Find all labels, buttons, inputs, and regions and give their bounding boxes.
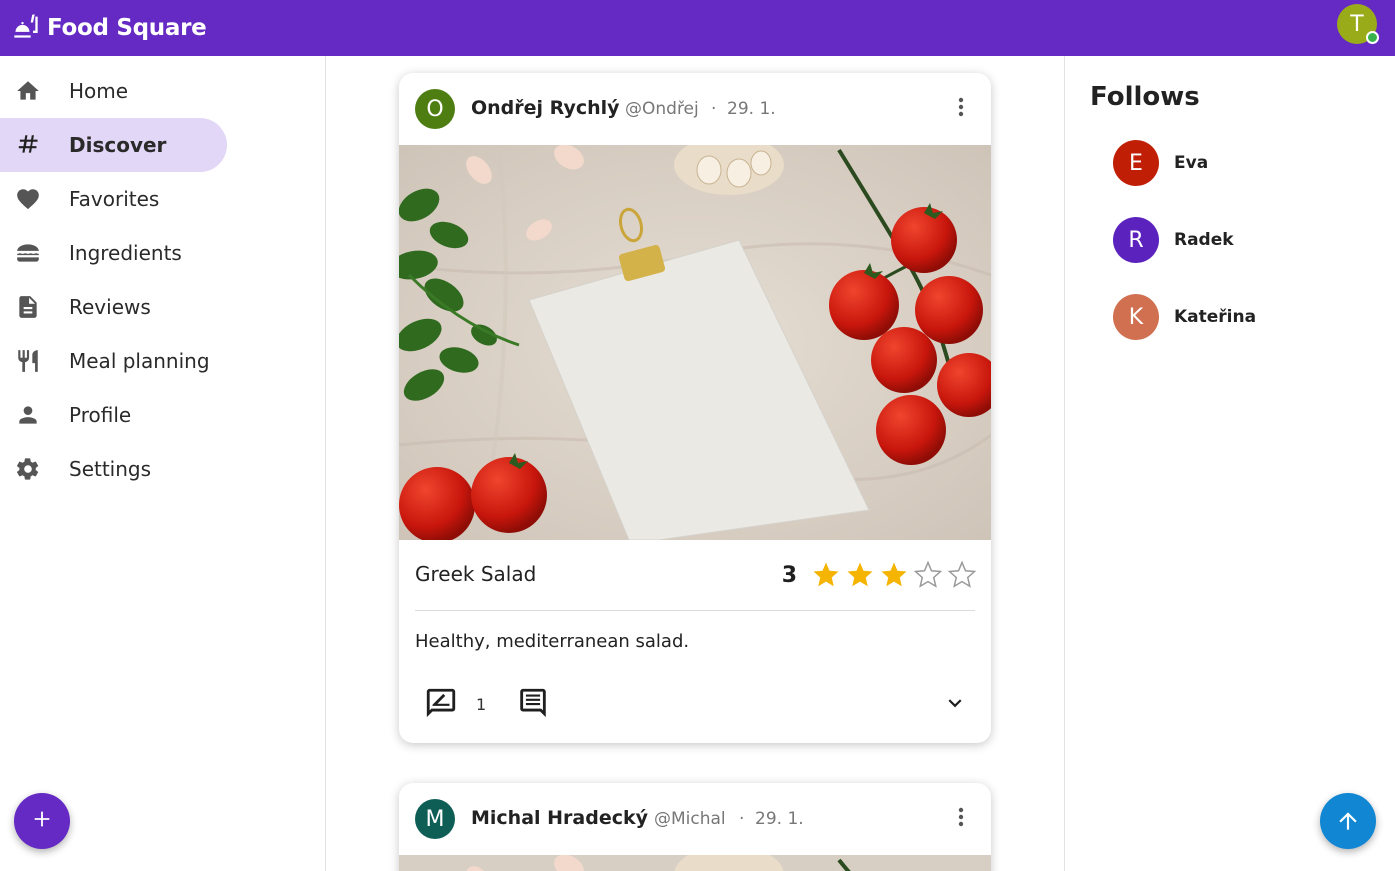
document-icon	[14, 295, 42, 319]
scroll-to-top-button[interactable]	[1320, 793, 1376, 849]
sidebar-item-label: Ingredients	[69, 241, 182, 265]
review-count: 1	[476, 695, 487, 714]
sidebar-item-label: Meal planning	[69, 349, 210, 373]
sidebar-item-ingredients[interactable]: Ingredients	[0, 226, 227, 280]
follows-panel: Follows E Eva R Radek K Kateřina	[1064, 56, 1395, 871]
add-recipe-button[interactable]	[14, 793, 70, 849]
sidebar-item-label: Reviews	[69, 295, 151, 319]
more-options-button[interactable]	[951, 97, 971, 121]
author-handle: @Ondřej	[625, 99, 699, 119]
recipe-title[interactable]: Greek Salad	[415, 562, 536, 586]
recipe-description: Healthy, mediterranean salad.	[415, 631, 690, 652]
comment-icon	[520, 688, 546, 718]
sidebar-item-settings[interactable]: Settings	[0, 442, 227, 496]
recipe-image[interactable]	[399, 855, 991, 871]
plus-icon	[31, 808, 53, 834]
card-title-row: Greek Salad 3	[399, 540, 991, 610]
rating: 3	[782, 560, 977, 590]
author-name[interactable]: Ondřej Rychlý	[471, 97, 620, 119]
star-empty-icon	[947, 560, 977, 588]
sidebar-item-label: Settings	[69, 457, 152, 481]
app-bar: Food Square T	[0, 0, 1395, 56]
more-vert-icon	[958, 97, 964, 121]
follows-title: Follows	[1090, 82, 1200, 112]
sidebar-item-home[interactable]: Home	[0, 64, 227, 118]
follow-item[interactable]: E Eva	[1113, 140, 1373, 186]
person-icon	[14, 403, 42, 427]
star-filled-icon	[881, 562, 907, 587]
recipe-card: O Ondřej Rychlý @Ondřej · 29. 1. Greek S…	[399, 73, 991, 743]
brand[interactable]: Food Square	[12, 12, 207, 44]
home-icon	[14, 79, 42, 103]
feed: O Ondřej Rychlý @Ondřej · 29. 1. Greek S…	[327, 56, 1063, 871]
card-actions: 1	[399, 673, 991, 743]
avatar: K	[1113, 294, 1159, 340]
expand-button[interactable]	[937, 685, 973, 721]
sidebar-item-meal-planning[interactable]: Meal planning	[0, 334, 227, 388]
sidebar-item-favorites[interactable]: Favorites	[0, 172, 227, 226]
author-name[interactable]: Michal Hradecký	[471, 807, 648, 829]
recipe-image[interactable]	[399, 145, 991, 540]
sidebar-item-label: Profile	[69, 403, 132, 427]
author-handle: @Michal	[654, 809, 726, 829]
comments-button[interactable]	[515, 685, 551, 721]
hashtag-icon	[14, 133, 42, 157]
recipe-card: M Michal Hradecký @Michal · 29. 1.	[399, 783, 991, 871]
food-tray-icon	[12, 12, 40, 44]
sidebar-item-profile[interactable]: Profile	[0, 388, 227, 442]
more-vert-icon	[958, 807, 964, 831]
online-status-indicator	[1366, 31, 1379, 44]
rate-review-icon	[426, 688, 456, 718]
review-button[interactable]	[423, 685, 459, 721]
more-options-button[interactable]	[951, 807, 971, 831]
cutlery-icon	[14, 349, 42, 373]
follow-item[interactable]: K Kateřina	[1113, 294, 1373, 340]
star-empty-icon	[913, 560, 943, 588]
chevron-down-icon	[948, 699, 962, 708]
meta-separator: ·	[711, 99, 717, 119]
author-avatar[interactable]: O	[415, 89, 455, 129]
sidebar-item-label: Favorites	[69, 187, 160, 211]
gear-icon	[14, 457, 42, 481]
author-avatar[interactable]: M	[415, 799, 455, 839]
heart-icon	[14, 187, 42, 211]
follow-name: Kateřina	[1174, 307, 1257, 327]
sidebar: Home Discover Favorites Ingredients Revi…	[0, 56, 326, 871]
card-header: O Ondřej Rychlý @Ondřej · 29. 1.	[399, 73, 991, 145]
avatar: E	[1113, 140, 1159, 186]
burger-icon	[14, 241, 42, 265]
star-filled-icon	[847, 562, 873, 587]
follow-name: Radek	[1174, 230, 1234, 250]
follow-item[interactable]: R Radek	[1113, 217, 1373, 263]
avatar: R	[1113, 217, 1159, 263]
arrow-up-icon	[1339, 812, 1357, 830]
app-name: Food Square	[47, 15, 207, 41]
sidebar-item-label: Discover	[69, 133, 167, 157]
rating-value: 3	[781, 562, 797, 588]
sidebar-item-reviews[interactable]: Reviews	[0, 280, 227, 334]
star-filled-icon	[813, 562, 839, 587]
card-header: M Michal Hradecký @Michal · 29. 1.	[399, 783, 991, 855]
meta-separator: ·	[739, 809, 745, 829]
post-date: 29. 1.	[727, 99, 776, 119]
post-date: 29. 1.	[755, 809, 804, 829]
sidebar-item-discover[interactable]: Discover	[0, 118, 227, 172]
sidebar-item-label: Home	[69, 79, 129, 103]
follow-name: Eva	[1174, 153, 1209, 173]
